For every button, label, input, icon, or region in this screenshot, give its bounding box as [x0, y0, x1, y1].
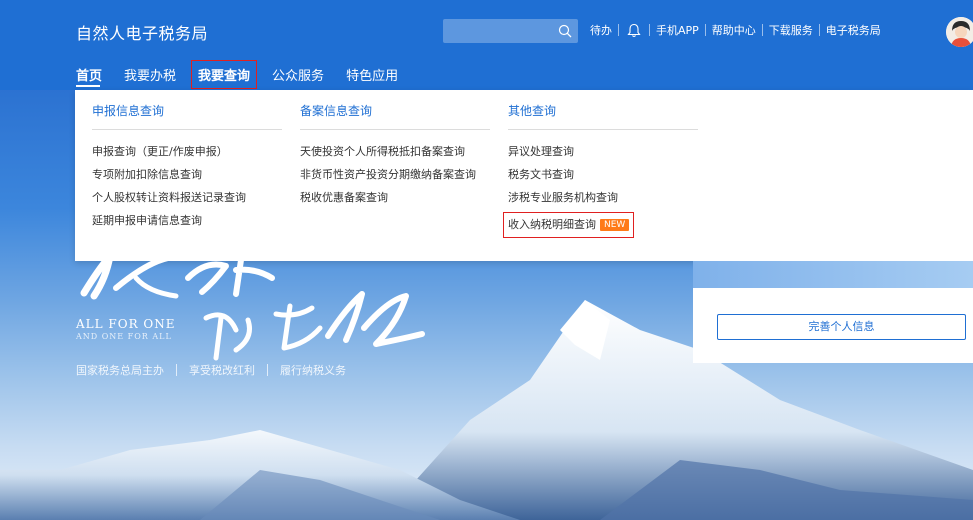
dropdown-column-filing: 备案信息查询 天使投资个人所得税抵扣备案查询 非货币性资产投资分期缴纳备案查询 … — [300, 102, 490, 213]
menu-link[interactable]: 个人股权转让资料报送记录查询 — [92, 190, 282, 213]
menu-link-label: 收入纳税明细查询 — [508, 218, 596, 231]
menu-link[interactable]: 延期申报申请信息查询 — [92, 213, 282, 236]
dropdown-column-declaration: 申报信息查询 申报查询（更正/作废申报） 专项附加扣除信息查询 个人股权转让资料… — [92, 102, 282, 236]
menu-link[interactable]: 申报查询（更正/作废申报） — [92, 144, 282, 167]
slogan-text: 履行纳税义务 — [280, 364, 346, 377]
mobile-app-link[interactable]: 手机APP — [650, 22, 705, 38]
divider — [267, 364, 268, 376]
nav-item-home[interactable]: 首页 — [76, 65, 102, 84]
etax-link[interactable]: 电子税务局 — [820, 22, 887, 38]
dropdown-column-other: 其他查询 异议处理查询 税务文书查询 涉税专业服务机构查询 收入纳税明细查询 NE… — [502, 102, 698, 238]
menu-link[interactable]: 异议处理查询 — [508, 144, 698, 167]
download-service-link[interactable]: 下载服务 — [763, 22, 819, 38]
all-for-one-text: ALL FOR ONE — [76, 317, 176, 331]
one-for-all-text: AND ONE FOR ALL — [76, 332, 172, 341]
menu-link[interactable]: 税务文书查询 — [508, 167, 698, 190]
menu-link[interactable]: 税收优惠备案查询 — [300, 190, 490, 213]
active-nav-indicator — [76, 85, 100, 87]
top-links: 待办 手机APP 帮助中心 下载服务 电子税务局 — [584, 22, 887, 38]
column-title: 其他查询 — [508, 104, 557, 118]
nav-item-featured-apps[interactable]: 特色应用 — [346, 65, 398, 84]
bell-icon — [627, 23, 641, 37]
nav-item-tax-handling[interactable]: 我要办税 — [124, 65, 176, 84]
search-icon[interactable] — [558, 24, 572, 38]
user-avatar-icon — [946, 17, 973, 47]
menu-link[interactable]: 专项附加扣除信息查询 — [92, 167, 282, 190]
column-title: 备案信息查询 — [300, 104, 373, 118]
divider — [92, 129, 282, 130]
notification-button[interactable] — [619, 23, 649, 38]
divider — [508, 129, 698, 130]
hero-english-slogan: ALL FOR ONE AND ONE FOR ALL — [76, 318, 176, 343]
slogan-text: 享受税改红利 — [189, 364, 255, 377]
todo-link[interactable]: 待办 — [584, 22, 618, 38]
hero-calligraphy — [80, 252, 425, 361]
menu-link[interactable]: 涉税专业服务机构查询 — [508, 190, 698, 213]
hero-slogan: 国家税务总局主办 享受税改红利 履行纳税义务 — [76, 362, 346, 378]
app-title[interactable]: 自然人电子税务局 — [76, 20, 208, 44]
menu-link[interactable]: 非货币性资产投资分期缴纳备案查询 — [300, 167, 490, 190]
complete-profile-button[interactable]: 完善个人信息 — [717, 314, 966, 340]
slogan-text: 国家税务总局主办 — [76, 364, 164, 377]
user-panel-header — [693, 261, 973, 288]
avatar[interactable] — [946, 17, 973, 47]
nav-item-query[interactable]: 我要查询 — [191, 60, 258, 89]
search-input[interactable] — [443, 19, 553, 43]
help-center-link[interactable]: 帮助中心 — [706, 22, 762, 38]
search-box[interactable] — [443, 19, 578, 43]
new-badge: NEW — [600, 219, 630, 231]
divider — [176, 364, 177, 376]
user-panel: 完善个人信息 — [693, 288, 973, 363]
income-tax-detail-query-link[interactable]: 收入纳税明细查询 NEW — [502, 212, 635, 238]
main-nav: 首页 我要办税 我要查询 公众服务 特色应用 — [76, 60, 420, 89]
menu-link[interactable]: 天使投资个人所得税抵扣备案查询 — [300, 144, 490, 167]
divider — [300, 129, 490, 130]
nav-item-public-service[interactable]: 公众服务 — [272, 65, 324, 84]
query-dropdown-menu: 申报信息查询 申报查询（更正/作废申报） 专项附加扣除信息查询 个人股权转让资料… — [75, 90, 973, 261]
column-title: 申报信息查询 — [92, 104, 165, 118]
